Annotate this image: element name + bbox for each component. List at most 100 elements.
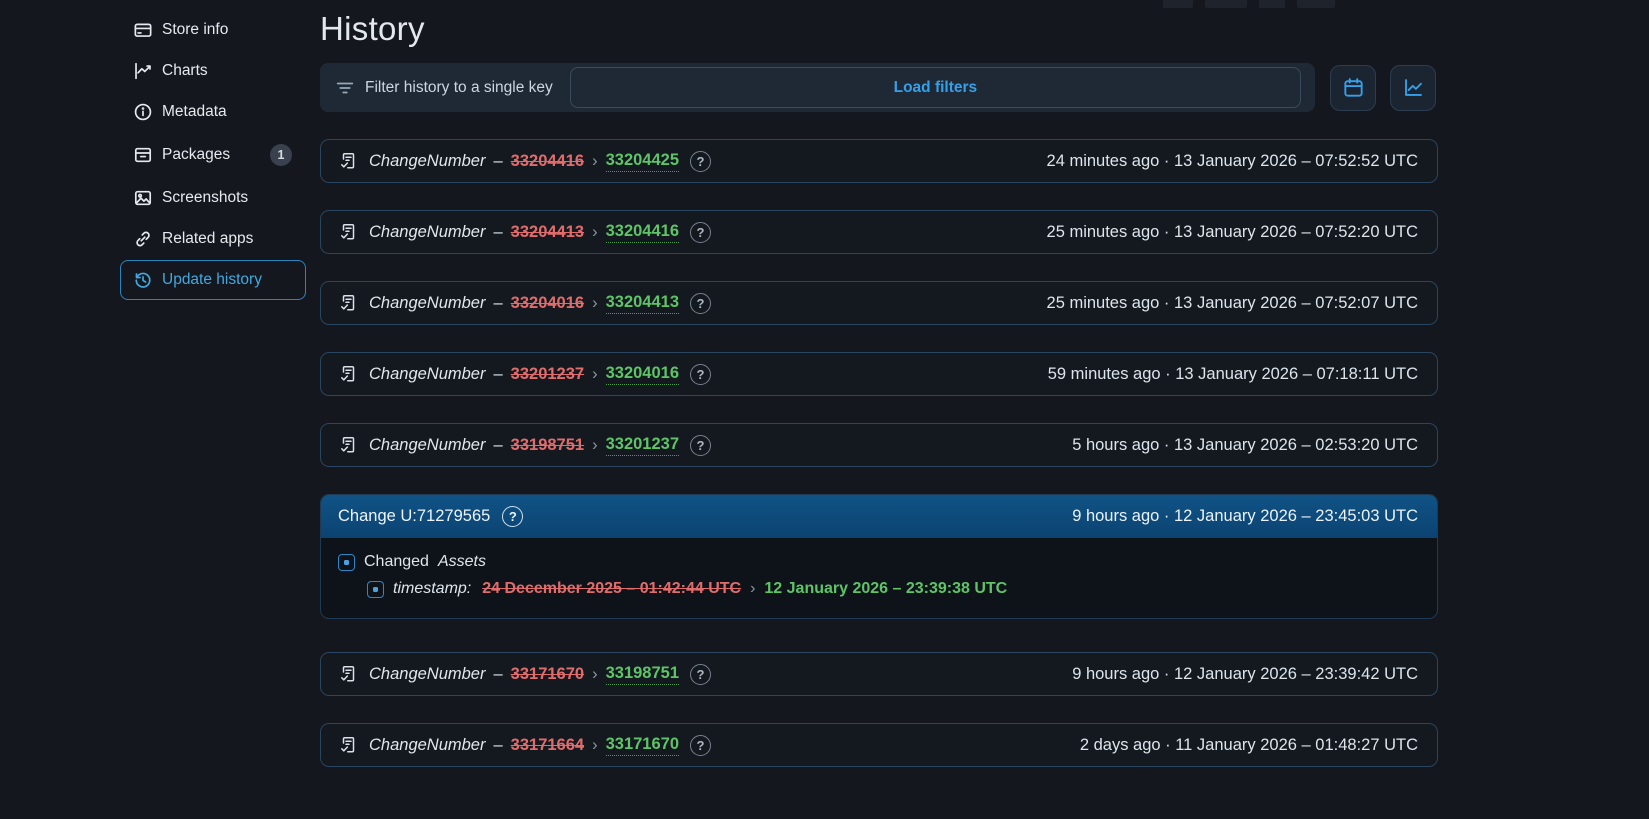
changed-field-line: timestamp: 24 December 2025 – 01:42:44 U… — [367, 580, 1419, 598]
link-icon — [134, 230, 152, 248]
changed-label: Changed — [364, 553, 429, 570]
separator: – — [493, 222, 503, 241]
arrow-separator: › — [592, 664, 598, 683]
arrow-separator: › — [592, 435, 598, 454]
arrow-separator: › — [592, 364, 598, 383]
field-key: timestamp: — [393, 580, 472, 597]
calendar-button[interactable] — [1330, 64, 1376, 111]
change-key: ChangeNumber — [369, 664, 486, 683]
sidebar-item-store-info[interactable]: Store info — [120, 10, 306, 50]
history-entry[interactable]: ChangeNumber – 33171670 › 33198751 ? 9 h… — [320, 652, 1438, 696]
new-value: 33201237 — [605, 435, 680, 456]
entry-change: ChangeNumber – 33204016 › 33204413 ? — [338, 292, 712, 314]
sidebar-item-screenshots[interactable]: Screenshots — [120, 178, 306, 218]
arrow-separator: › — [592, 293, 598, 312]
old-value: 33204016 — [510, 293, 585, 312]
entry-timestamp: 5 hours ago · 13 January 2026 – 02:53:20… — [1072, 435, 1418, 454]
old-value: 33171664 — [510, 735, 585, 754]
sidebar-item-update-history[interactable]: Update history — [120, 260, 306, 300]
change-key: ChangeNumber — [369, 151, 486, 170]
sidebar-item-label: Screenshots — [162, 189, 249, 206]
help-icon[interactable]: ? — [690, 434, 712, 456]
change-key: ChangeNumber — [369, 364, 486, 383]
help-icon[interactable]: ? — [690, 663, 712, 685]
sidebar-item-charts[interactable]: Charts — [120, 51, 306, 91]
entry-timestamp: 2 days ago · 11 January 2026 – 01:48:27 … — [1079, 735, 1418, 754]
sidebar-item-label: Packages — [162, 146, 231, 163]
arrow-separator: › — [592, 151, 598, 170]
new-value: 33171670 — [605, 735, 680, 756]
sidebar-item-label: Update history — [162, 271, 262, 288]
new-value: 33198751 — [605, 664, 680, 685]
new-value: 33204016 — [605, 364, 680, 385]
sidebar-item-related-apps[interactable]: Related apps — [120, 219, 306, 259]
old-value: 33201237 — [510, 364, 585, 383]
sidebar-item-packages[interactable]: Packages 1 — [120, 133, 306, 177]
history-entry[interactable]: ChangeNumber – 33204016 › 33204413 ? 25 … — [320, 281, 1438, 325]
chart-view-button[interactable] — [1390, 64, 1436, 111]
calendar-icon — [1343, 77, 1364, 98]
change-key: ChangeNumber — [369, 735, 486, 754]
package-icon — [134, 146, 152, 164]
filter-icon — [336, 79, 354, 97]
old-value: 33204413 — [510, 222, 585, 241]
entry-timestamp: 25 minutes ago · 13 January 2026 – 07:52… — [1046, 293, 1418, 312]
arrow-separator: › — [592, 735, 598, 754]
help-icon[interactable]: ? — [690, 221, 712, 243]
entry-change: ChangeNumber – 33171664 › 33171670 ? — [338, 734, 712, 756]
history-entry[interactable]: ChangeNumber – 33204413 › 33204416 ? 25 … — [320, 210, 1438, 254]
file-diff-icon — [338, 151, 358, 171]
change-key: ChangeNumber — [369, 222, 486, 241]
update-history-page: Store info Charts Metadata Packages 1 Sc… — [0, 0, 1649, 819]
change-key: ChangeNumber — [369, 293, 486, 312]
help-icon[interactable]: ? — [690, 363, 712, 385]
entry-change: ChangeNumber – 33204413 › 33204416 ? — [338, 221, 712, 243]
separator: – — [493, 435, 503, 454]
entry-change: ChangeNumber – 33201237 › 33204016 ? — [338, 363, 712, 385]
separator: – — [493, 664, 503, 683]
help-icon[interactable]: ? — [690, 150, 712, 172]
load-filters-button[interactable]: Load filters — [569, 67, 1301, 108]
file-diff-icon — [338, 664, 358, 684]
diff-bullet-icon — [338, 553, 355, 571]
main-content: History Filter history to a single key L… — [320, 0, 1438, 767]
help-icon[interactable]: ? — [690, 292, 712, 314]
expanded-change-header[interactable]: Change U:71279565 ? 9 hours ago · 12 Jan… — [321, 495, 1437, 538]
entry-timestamp: 25 minutes ago · 13 January 2026 – 07:52… — [1046, 222, 1418, 241]
diff-bullet-icon — [367, 580, 384, 598]
sidebar-item-metadata[interactable]: Metadata — [120, 92, 306, 132]
history-entry[interactable]: ChangeNumber – 33201237 › 33204016 ? 59 … — [320, 352, 1438, 396]
changed-section-line: Changed Assets — [338, 553, 1419, 571]
sidebar-item-label: Metadata — [162, 103, 227, 120]
help-icon[interactable]: ? — [690, 734, 712, 756]
arrow-separator: › — [592, 222, 598, 241]
separator: – — [493, 364, 503, 383]
file-diff-icon — [338, 435, 358, 455]
old-value: 33171670 — [510, 664, 585, 683]
sidebar: Store info Charts Metadata Packages 1 Sc… — [120, 10, 306, 301]
image-icon — [134, 189, 152, 207]
history-icon — [134, 271, 152, 289]
chart-icon — [134, 62, 152, 80]
new-value: 33204425 — [605, 151, 680, 172]
entry-change: ChangeNumber – 33204416 › 33204425 ? — [338, 150, 712, 172]
history-entry[interactable]: ChangeNumber – 33171664 › 33171670 ? 2 d… — [320, 723, 1438, 767]
expanded-change-entry: Change U:71279565 ? 9 hours ago · 12 Jan… — [320, 494, 1438, 619]
info-icon — [134, 103, 152, 121]
old-value: 33198751 — [510, 435, 585, 454]
help-icon[interactable]: ? — [502, 506, 524, 527]
expanded-change-body: Changed Assets timestamp: 24 December 20… — [321, 538, 1437, 618]
history-entry[interactable]: ChangeNumber – 33198751 › 33201237 ? 5 h… — [320, 423, 1438, 467]
entry-timestamp: 59 minutes ago · 13 January 2026 – 07:18… — [1047, 364, 1418, 383]
entry-timestamp: 9 hours ago · 12 January 2026 – 23:45:03… — [1072, 507, 1418, 525]
packages-count-badge: 1 — [270, 144, 292, 166]
old-value: 33204416 — [510, 151, 585, 170]
entry-change: ChangeNumber – 33198751 › 33201237 ? — [338, 434, 712, 456]
page-title: History — [320, 10, 425, 47]
separator: – — [493, 735, 503, 754]
old-value: 24 December 2025 – 01:42:44 UTC — [482, 580, 742, 597]
expanded-change-title-group: Change U:71279565 ? — [338, 506, 524, 527]
expanded-change-title: Change U:71279565 — [338, 507, 491, 525]
history-entry[interactable]: ChangeNumber – 33204416 › 33204425 ? 24 … — [320, 139, 1438, 183]
sidebar-item-label: Related apps — [162, 230, 254, 247]
